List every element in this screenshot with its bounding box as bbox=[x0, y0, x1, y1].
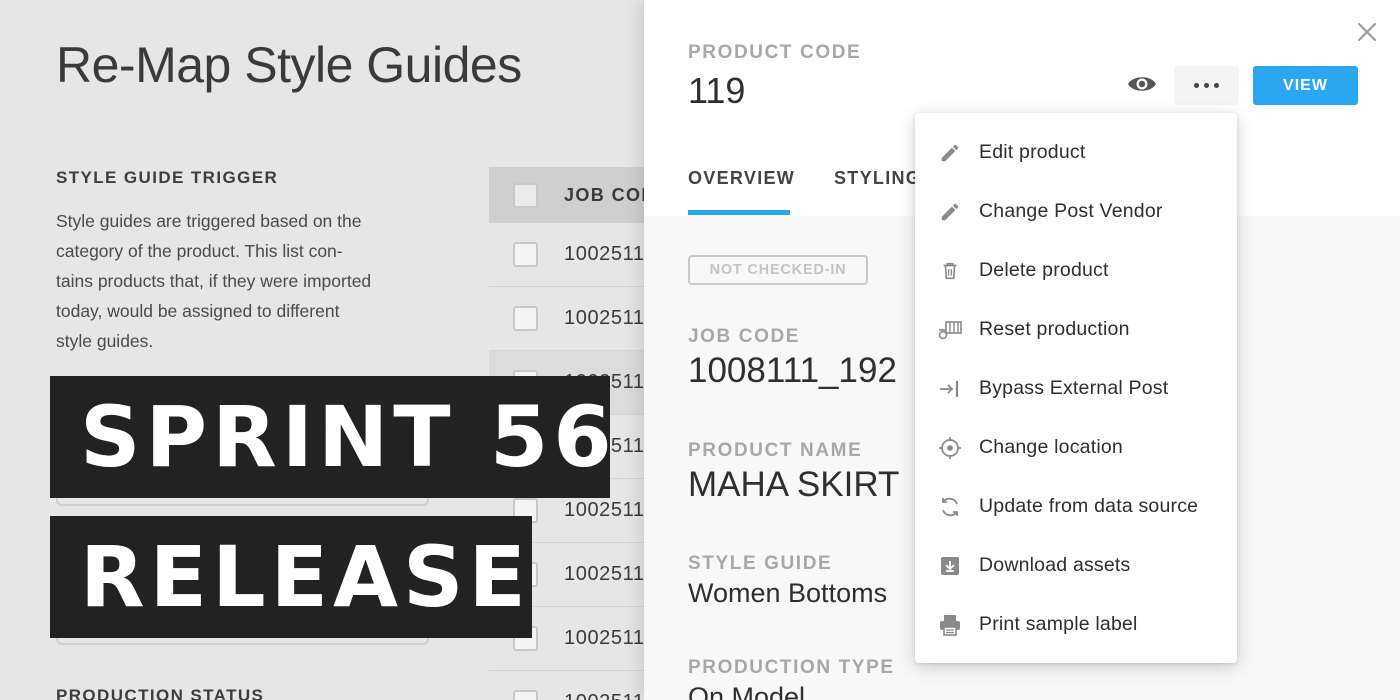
menu-item-change-post-vendor[interactable]: Change Post Vendor bbox=[915, 182, 1237, 241]
tab-overview[interactable]: OVERVIEW bbox=[688, 168, 795, 189]
view-button[interactable]: VIEW bbox=[1253, 66, 1358, 105]
table-header: JOB CODE bbox=[489, 167, 644, 223]
menu-item-label: Print sample label bbox=[979, 613, 1138, 635]
style-guide-value: Women Bottoms bbox=[688, 578, 888, 608]
job-code-cell: 1002511 bbox=[564, 563, 644, 585]
job-code-cell: 1002511 bbox=[564, 627, 644, 649]
row-checkbox[interactable] bbox=[513, 242, 538, 267]
download-icon bbox=[937, 553, 963, 579]
menu-item-update-from-data-source[interactable]: Update from data source bbox=[915, 477, 1237, 536]
sprint-banner-line1: SPRINT 56 bbox=[50, 376, 612, 498]
table-row[interactable]: 1002511 bbox=[489, 287, 644, 351]
menu-item-label: Change Post Vendor bbox=[979, 200, 1163, 222]
bypass-icon bbox=[937, 376, 963, 402]
product-name-label: PRODUCT NAME bbox=[688, 440, 863, 461]
select-all-checkbox[interactable] bbox=[513, 182, 538, 208]
more-actions-menu: Edit product Change Post Vendor Delete p… bbox=[915, 113, 1237, 663]
page-title: Re-Map Style Guides bbox=[56, 37, 522, 93]
menu-item-print-sample-label[interactable]: Print sample label bbox=[915, 595, 1237, 654]
job-code-cell: 1002511 bbox=[564, 691, 644, 700]
reset-production-icon bbox=[937, 317, 963, 343]
eye-icon bbox=[1128, 77, 1156, 91]
menu-item-label: Bypass External Post bbox=[979, 377, 1169, 399]
more-dots-icon bbox=[1214, 83, 1219, 88]
menu-item-delete-product[interactable]: Delete product bbox=[915, 241, 1237, 300]
job-code-cell: 1002511 bbox=[564, 307, 644, 329]
menu-item-label: Change location bbox=[979, 436, 1123, 458]
menu-item-label: Download assets bbox=[979, 554, 1131, 576]
menu-item-label: Delete product bbox=[979, 259, 1109, 281]
pencil-icon bbox=[937, 140, 963, 166]
job-code-value: 1008111_192 bbox=[688, 351, 897, 390]
style-guide-trigger-heading: STYLE GUIDE TRIGGER bbox=[56, 168, 279, 187]
style-guide-trigger-description: Style guides are triggered based on the … bbox=[56, 206, 436, 356]
job-code-cell: 1002511 bbox=[564, 499, 644, 521]
location-icon bbox=[937, 435, 963, 461]
product-code-label: PRODUCT CODE bbox=[688, 42, 862, 63]
more-dots-icon bbox=[1204, 83, 1209, 88]
menu-item-bypass-external-post[interactable]: Bypass External Post bbox=[915, 359, 1237, 418]
close-icon bbox=[1358, 23, 1376, 41]
production-type-value: On Model bbox=[688, 682, 806, 700]
production-status-heading: PRODUCTION STATUS bbox=[56, 686, 265, 700]
refresh-icon bbox=[937, 494, 963, 520]
menu-item-reset-production[interactable]: Reset production bbox=[915, 300, 1237, 359]
tab-styling[interactable]: STYLING bbox=[834, 168, 921, 189]
row-checkbox[interactable] bbox=[513, 690, 538, 700]
product-code-value: 119 bbox=[688, 70, 746, 111]
description-line: tains products that, if they were import… bbox=[56, 271, 372, 291]
active-tab-indicator bbox=[688, 210, 790, 215]
description-line: Style guides are triggered based on the bbox=[56, 211, 362, 231]
menu-item-label: Update from data source bbox=[979, 495, 1199, 517]
more-dots-icon bbox=[1194, 83, 1199, 88]
trash-icon bbox=[937, 258, 963, 284]
menu-item-label: Reset production bbox=[979, 318, 1130, 340]
menu-item-label: Edit product bbox=[979, 141, 1086, 163]
job-code-cell: 1002511 bbox=[564, 243, 644, 265]
column-header-job-code: JOB CODE bbox=[564, 184, 644, 205]
row-checkbox[interactable] bbox=[513, 306, 538, 331]
menu-item-download-assets[interactable]: Download assets bbox=[915, 536, 1237, 595]
description-line: category of the product. This list con- bbox=[56, 241, 343, 261]
production-type-label: PRODUCTION TYPE bbox=[688, 657, 895, 678]
menu-item-change-location[interactable]: Change location bbox=[915, 418, 1237, 477]
description-line: style guides. bbox=[56, 331, 154, 351]
description-line: today, would be assigned to different bbox=[56, 301, 340, 321]
close-button[interactable] bbox=[1355, 20, 1379, 44]
printer-icon bbox=[937, 612, 963, 638]
preview-button[interactable] bbox=[1126, 68, 1158, 100]
product-name-value: MAHA SKIRT bbox=[688, 465, 900, 504]
pencil-icon bbox=[937, 199, 963, 225]
table-row[interactable]: 1002511 bbox=[489, 671, 644, 700]
status-badge: NOT CHECKED-IN bbox=[688, 255, 868, 285]
menu-item-edit-product[interactable]: Edit product bbox=[915, 123, 1237, 182]
job-code-label: JOB CODE bbox=[688, 326, 801, 347]
sprint-banner-line2: RELEASE bbox=[50, 516, 532, 638]
style-guide-label: STYLE GUIDE bbox=[688, 553, 833, 574]
more-actions-button[interactable] bbox=[1174, 66, 1239, 105]
table-row[interactable]: 1002511 bbox=[489, 223, 644, 287]
